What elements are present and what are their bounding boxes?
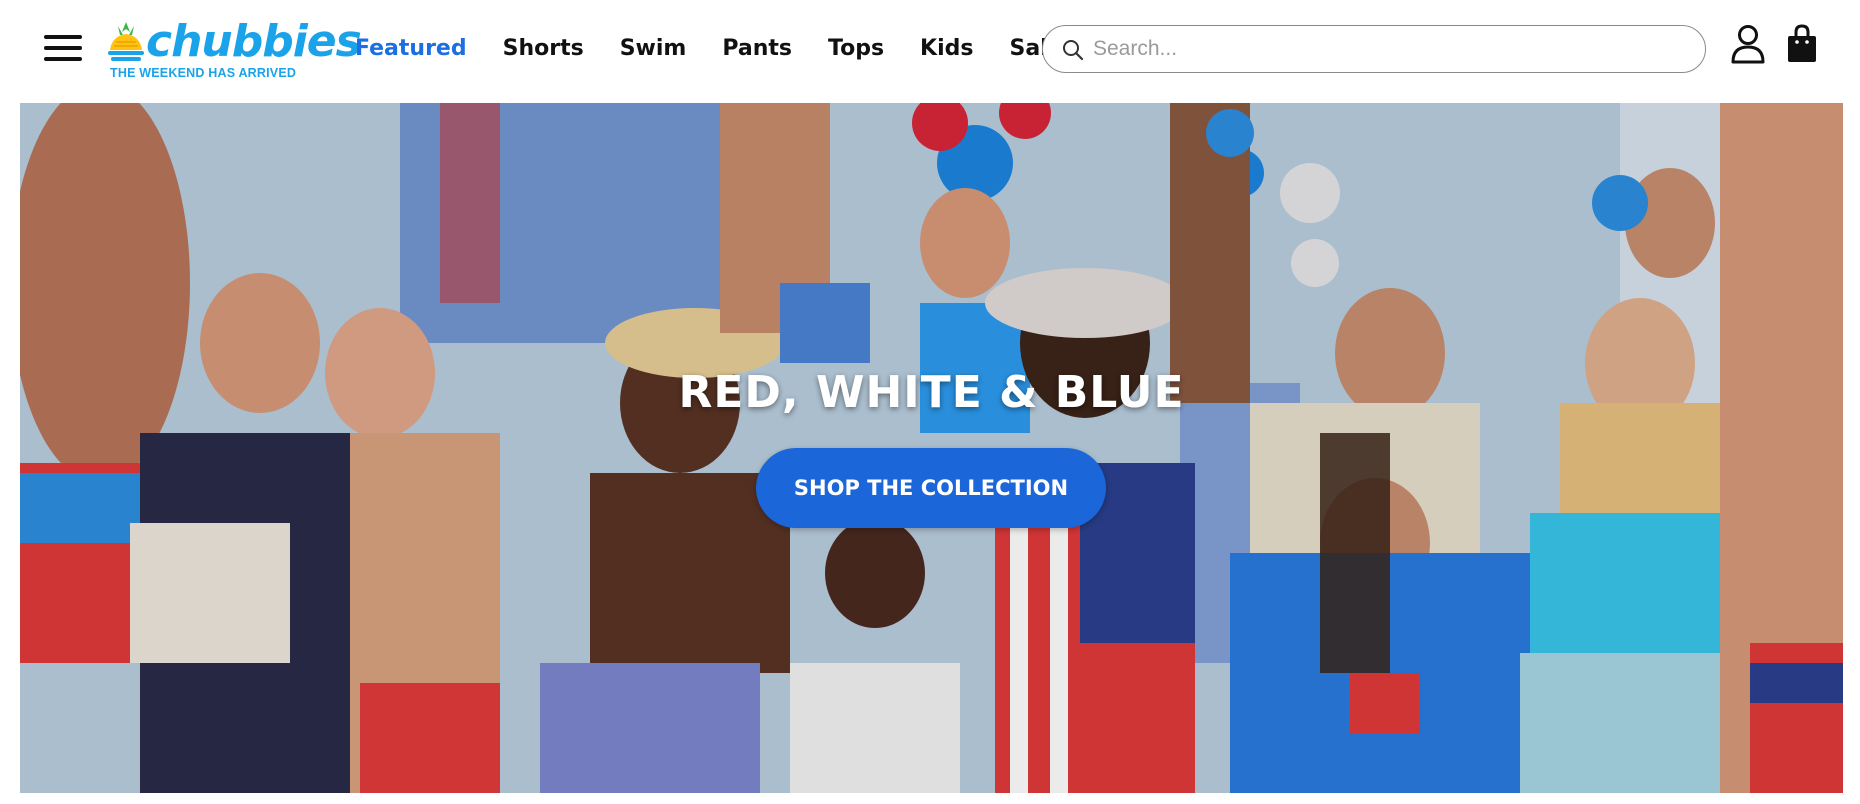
site-header: chubbies THE WEEKEND HAS ARRIVED Feature…	[0, 0, 1860, 103]
nav-item-featured[interactable]: Featured	[355, 36, 467, 61]
user-icon[interactable]	[1730, 24, 1766, 64]
nav-item-kids[interactable]: Kids	[920, 36, 973, 61]
search-icon[interactable]	[1061, 38, 1085, 62]
menu-bar	[44, 46, 82, 50]
shopping-bag-icon[interactable]	[1786, 24, 1818, 64]
menu-bar	[44, 35, 82, 39]
nav-item-tops[interactable]: Tops	[828, 36, 884, 61]
brand-logo[interactable]: chubbies THE WEEKEND HAS ARRIVED	[108, 16, 362, 80]
search-bar[interactable]	[1042, 25, 1706, 73]
brand-wordmark: chubbies	[146, 16, 362, 67]
hamburger-menu-icon[interactable]	[44, 33, 82, 63]
hero-banner[interactable]: RED, WHITE & BLUE SHOP THE COLLECTION	[20, 103, 1843, 793]
pineapple-logo-icon	[108, 22, 144, 61]
nav-item-swim[interactable]: Swim	[620, 36, 687, 61]
nav-item-pants[interactable]: Pants	[722, 36, 792, 61]
hero-title: RED, WHITE & BLUE	[678, 367, 1185, 418]
brand-tagline: THE WEEKEND HAS ARRIVED	[110, 66, 297, 80]
menu-bar	[44, 57, 82, 61]
search-input[interactable]	[1091, 32, 1687, 66]
shop-the-collection-button[interactable]: SHOP THE COLLECTION	[756, 448, 1106, 528]
main-nav: Featured Shorts Swim Pants Tops Kids Sal…	[355, 30, 1099, 66]
nav-item-shorts[interactable]: Shorts	[503, 36, 584, 61]
